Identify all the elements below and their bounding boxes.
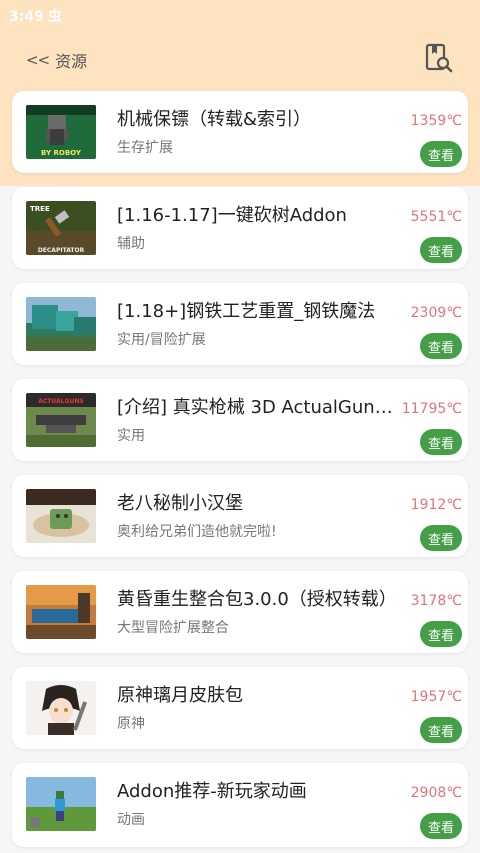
list-item[interactable]: Addon推荐-新玩家动画 动画 2908℃ 查看 <box>12 763 468 847</box>
item-category: 实用/冒险扩展 <box>117 332 206 348</box>
app-header: << 资源 <box>0 38 480 82</box>
list-item[interactable]: BY ROBOY 机械保镖（转载&索引） 生存扩展 1359℃ 查看 <box>12 91 468 173</box>
item-thumbnail <box>26 585 96 639</box>
item-thumbnail <box>26 681 96 735</box>
list-item[interactable]: 原神璃月皮肤包 原神 1957℃ 查看 <box>12 667 468 749</box>
list-item[interactable]: [1.18+]钢铁工艺重置_钢铁魔法 实用/冒险扩展 2309℃ 查看 <box>12 283 468 365</box>
back-chevron-icon: << <box>26 51 50 69</box>
item-heat: 1359℃ <box>410 113 462 129</box>
view-button[interactable]: 查看 <box>420 237 462 263</box>
back-label: 资源 <box>55 52 88 71</box>
view-button[interactable]: 查看 <box>420 525 462 551</box>
item-category: 生存扩展 <box>117 140 173 156</box>
item-category: 大型冒险扩展整合 <box>117 620 229 636</box>
list-item[interactable]: ACTUALGUNS [介绍] 真实枪械 3D ActualGuns 3D 实用… <box>12 379 468 461</box>
view-button[interactable]: 查看 <box>420 813 462 839</box>
item-thumbnail <box>26 297 96 351</box>
status-indicator: 虫 <box>47 9 62 25</box>
thumb-text-top: TREE <box>30 205 50 213</box>
item-thumbnail: ACTUALGUNS <box>26 393 96 447</box>
list-item[interactable]: 黄昏重生整合包3.0.0（授权转载） 大型冒险扩展整合 3178℃ 查看 <box>12 571 468 653</box>
back-button[interactable]: << 资源 <box>26 48 87 72</box>
item-title: [1.16-1.17]一键砍树Addon <box>117 205 347 226</box>
item-title: [1.18+]钢铁工艺重置_钢铁魔法 <box>117 301 376 322</box>
item-title: 黄昏重生整合包3.0.0（授权转载） <box>117 589 397 610</box>
view-button[interactable]: 查看 <box>420 333 462 359</box>
item-thumbnail <box>26 777 96 831</box>
item-category: 原神 <box>117 716 145 732</box>
item-thumbnail <box>26 489 96 543</box>
item-category: 奥利给兄弟们造他就完啦! <box>117 524 277 540</box>
list-item[interactable]: 老八秘制小汉堡 奥利给兄弟们造他就完啦! 1912℃ 查看 <box>12 475 468 557</box>
item-heat: 2309℃ <box>410 305 462 321</box>
item-category: 辅助 <box>117 236 145 252</box>
status-bar: 3:49 虫 <box>0 0 480 26</box>
item-title: 机械保镖（转载&索引） <box>117 109 312 130</box>
item-heat: 1912℃ <box>410 497 462 513</box>
thumb-banner: ACTUALGUNS <box>38 398 83 405</box>
thumb-caption: BY ROBOY <box>41 149 82 157</box>
item-title: 老八秘制小汉堡 <box>117 493 243 514</box>
item-title: 原神璃月皮肤包 <box>117 685 243 706</box>
item-title: Addon推荐-新玩家动画 <box>117 781 307 802</box>
item-heat: 2908℃ <box>410 785 462 801</box>
item-thumbnail: BY ROBOY <box>26 105 96 159</box>
item-heat: 11795℃ <box>401 401 462 417</box>
status-time: 3:49 <box>9 9 44 25</box>
view-button[interactable]: 查看 <box>420 429 462 455</box>
item-thumbnail: TREE DECAPITATOR <box>26 201 96 255</box>
item-category: 动画 <box>117 812 145 828</box>
list-item[interactable]: TREE DECAPITATOR [1.16-1.17]一键砍树Addon 辅助… <box>12 187 468 269</box>
search-button[interactable] <box>424 42 454 74</box>
view-button[interactable]: 查看 <box>420 621 462 647</box>
item-heat: 3178℃ <box>410 593 462 609</box>
item-title: [介绍] 真实枪械 3D ActualGuns 3D <box>117 397 397 418</box>
view-button[interactable]: 查看 <box>420 141 462 167</box>
search-book-icon <box>425 43 453 73</box>
thumb-text-bottom: DECAPITATOR <box>38 247 85 254</box>
view-button[interactable]: 查看 <box>420 717 462 743</box>
item-heat: 1957℃ <box>410 689 462 705</box>
item-category: 实用 <box>117 428 145 444</box>
item-heat: 5551℃ <box>410 209 462 225</box>
